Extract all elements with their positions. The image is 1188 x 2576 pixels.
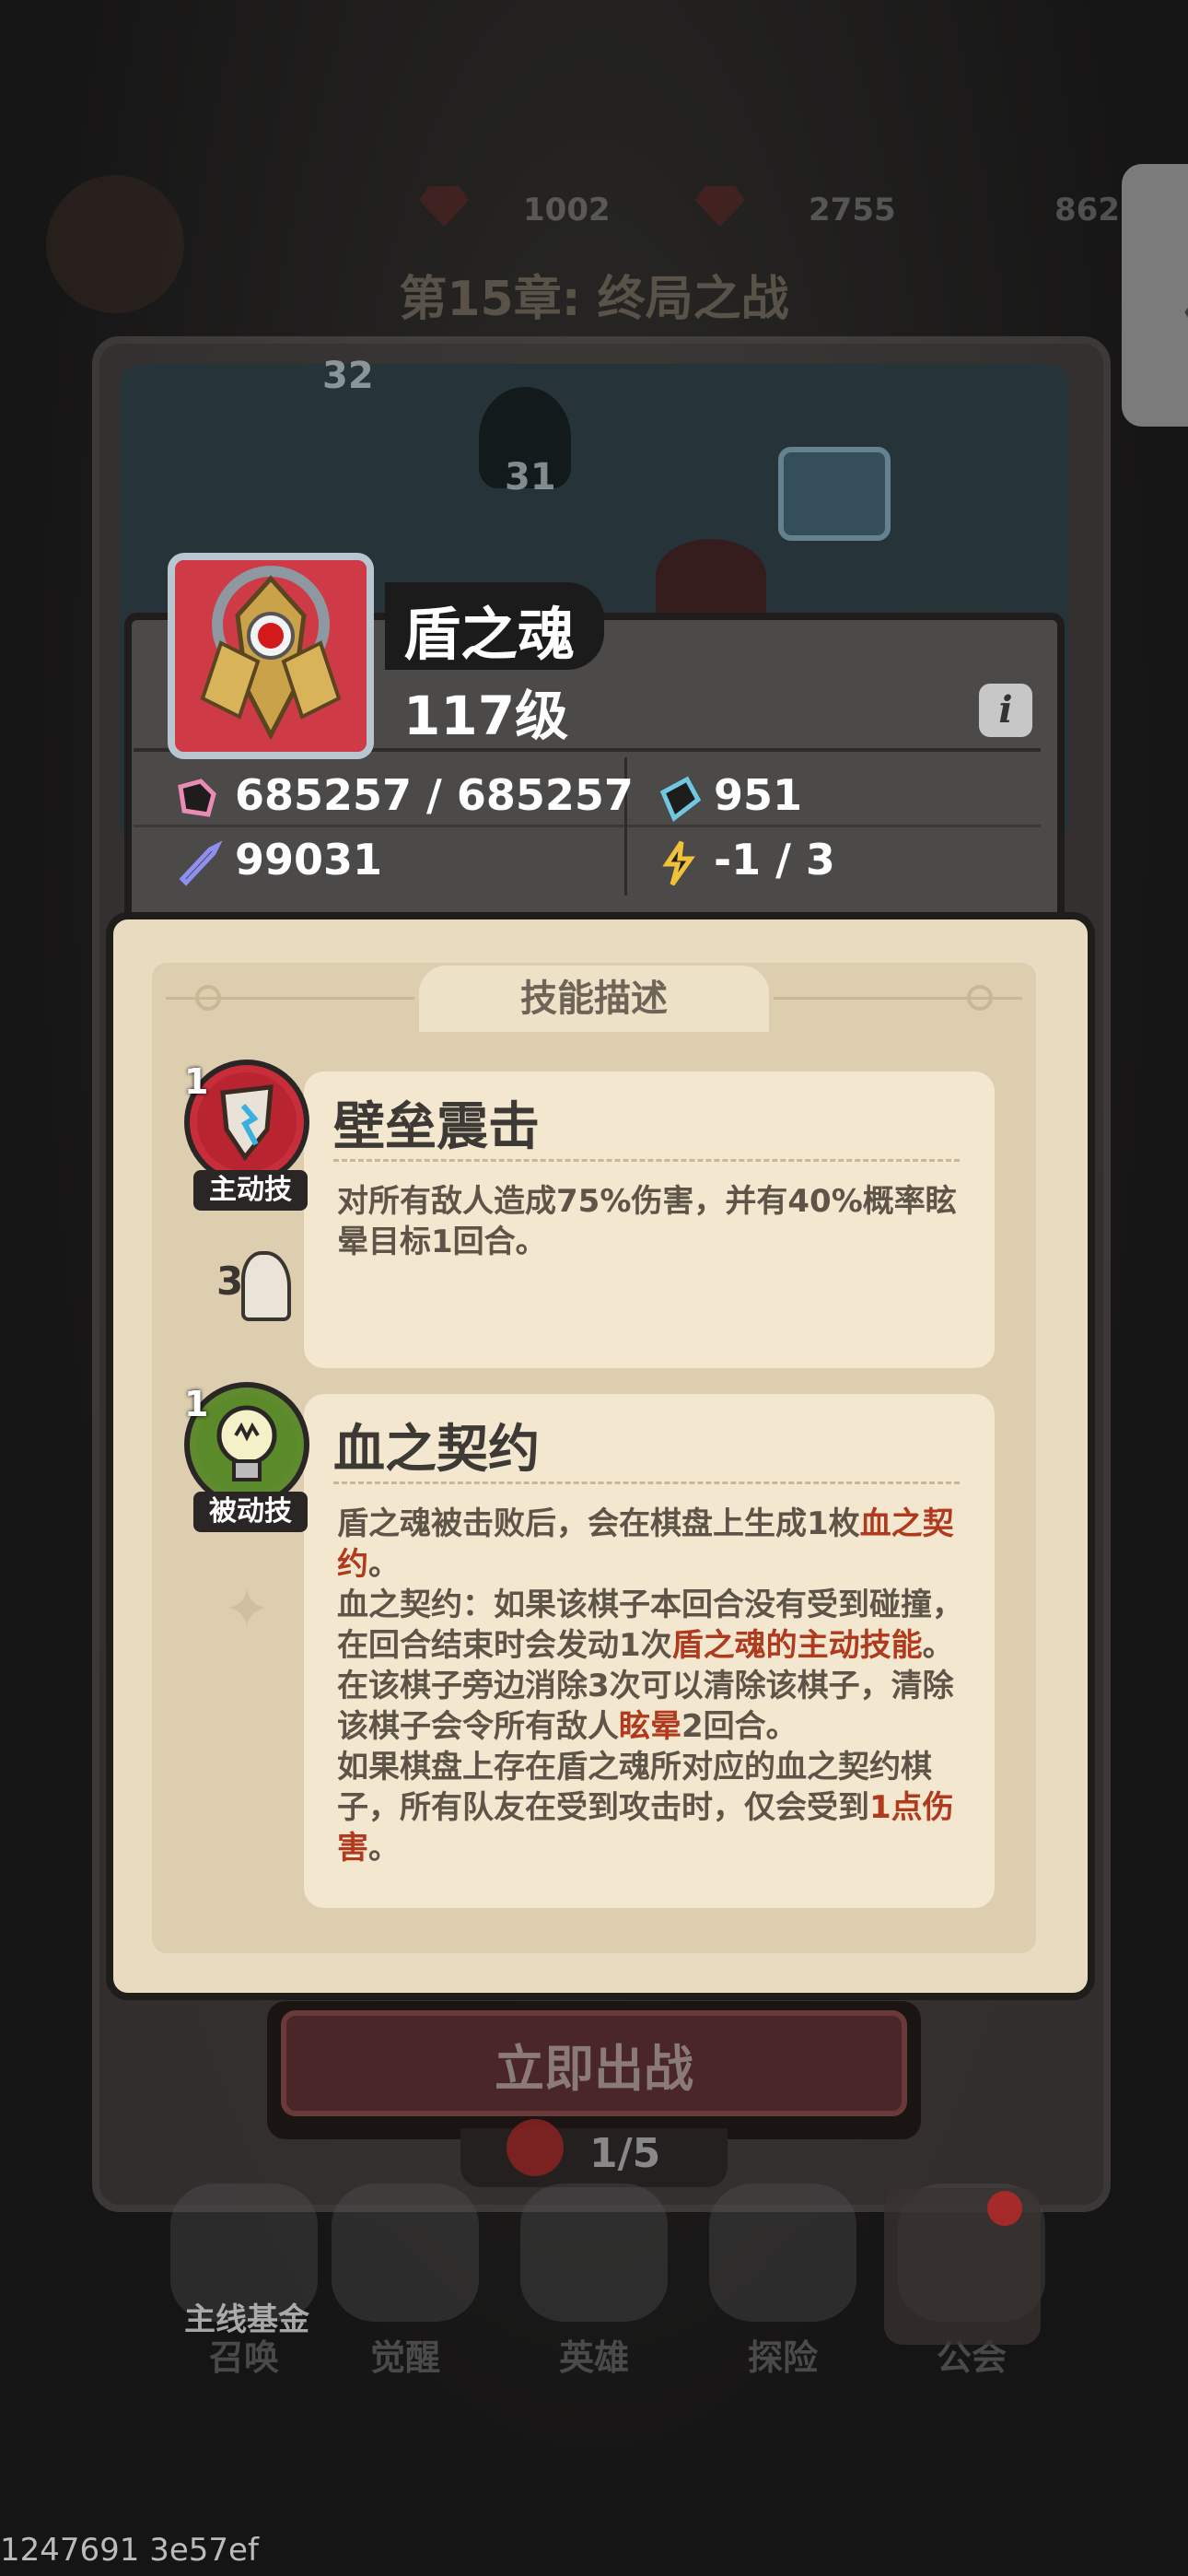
helmet-icon — [520, 2184, 668, 2322]
active-skill-description: 对所有敌人造成75%伤害，并有40%概率眩晕目标1回合。 — [337, 1183, 957, 1260]
sparkle-icon: ✦ — [224, 1577, 271, 1642]
defense-gem-icon — [659, 776, 702, 822]
desc-text: 如果棋盘上存在盾之魂所对应的血之契约棋子，所有队友在受到攻击时，仅会受到 — [337, 1749, 932, 1826]
divider — [333, 1159, 960, 1162]
active-skill-name: 壁垒震击 — [333, 1097, 540, 1157]
skill-cost: 3 — [216, 1259, 244, 1304]
build-id: 1247691 3e57ef — [0, 2532, 259, 2569]
ruby-count: 2755 — [809, 192, 896, 228]
desc-highlight: 眩晕 — [619, 1708, 681, 1745]
ornament-icon — [195, 985, 221, 1011]
desc-text: 盾之魂被击败后，会在棋盘上生成1枚 — [337, 1505, 860, 1542]
compass-icon — [709, 2184, 856, 2322]
chapter-title: 第15章: 终局之战 — [399, 272, 789, 327]
nav-summon[interactable]: 召唤 — [157, 2184, 332, 2378]
passive-skill-description: 盾之魂被击败后，会在棋盘上生成1枚血之契约。 血之契约：如果该棋子本回合没有受到… — [337, 1504, 973, 1868]
nav-awaken[interactable]: 觉醒 — [318, 2184, 493, 2378]
map-node: 32 — [322, 355, 374, 397]
sword-attack-icon — [179, 840, 223, 886]
chevron-left-icon: 〈 — [1136, 247, 1188, 369]
hp-value: 685257 / 685257 — [235, 770, 634, 820]
gem-icon — [419, 186, 469, 227]
boss-enemy-icon — [656, 539, 766, 613]
hero-level: 117级 — [403, 685, 569, 747]
treasure-chest-icon — [778, 447, 891, 541]
nav-label: 英雄 — [558, 2337, 629, 2378]
attack-value: 99031 — [235, 835, 383, 884]
desc-text: 。 — [368, 1546, 400, 1583]
desc-highlight: 盾之魂的主动技能 — [671, 1627, 923, 1664]
side-collapse-tab[interactable]: 〈 — [1122, 164, 1188, 427]
resource-bar: 1002 2755 862 — [0, 175, 1188, 240]
desc-text: 。 — [368, 1830, 400, 1867]
divider — [134, 825, 1041, 827]
skill-level: 1 — [184, 1061, 209, 1102]
defense-value: 951 — [714, 770, 803, 820]
lightning-energy-icon — [662, 840, 695, 886]
skill-type-label: 主动技 — [193, 1170, 308, 1211]
nav-label: 探险 — [747, 2337, 818, 2378]
coin-count: 862 — [1054, 192, 1120, 228]
heart-hp-icon — [178, 779, 216, 817]
desc-text: 2回合。 — [681, 1708, 798, 1745]
hero-portrait — [168, 553, 374, 759]
skill-level: 1 — [184, 1384, 209, 1424]
divider — [333, 1481, 960, 1484]
map-node: 31 — [505, 456, 556, 498]
ruby-icon — [695, 186, 745, 227]
nav-label: 觉醒 — [369, 2337, 440, 2378]
awaken-icon — [332, 2184, 479, 2322]
skill-panel-header: 技能描述 — [419, 966, 769, 1032]
nav-explore[interactable]: 探险 — [695, 2184, 870, 2378]
hero-name: 盾之魂 — [403, 601, 576, 668]
notification-dot — [987, 2191, 1022, 2226]
battle-now-button[interactable]: 立即出战 — [281, 2010, 907, 2116]
skill-type-label: 被动技 — [193, 1492, 308, 1532]
info-button[interactable]: i — [979, 684, 1032, 737]
shield-soul-icon — [175, 560, 367, 752]
nav-heroes[interactable]: 英雄 — [507, 2184, 681, 2378]
gem-count: 1002 — [523, 192, 611, 228]
main-fund-label[interactable]: 主线基金 — [184, 2294, 309, 2339]
energy-value: -1 / 3 — [714, 835, 835, 884]
ornament-icon — [967, 985, 993, 1011]
chess-knight-icon — [241, 1251, 291, 1321]
apple-stamina-icon — [507, 2119, 564, 2176]
stamina-value: 1/5 — [589, 2130, 661, 2177]
passive-skill-name: 血之契约 — [333, 1420, 540, 1480]
